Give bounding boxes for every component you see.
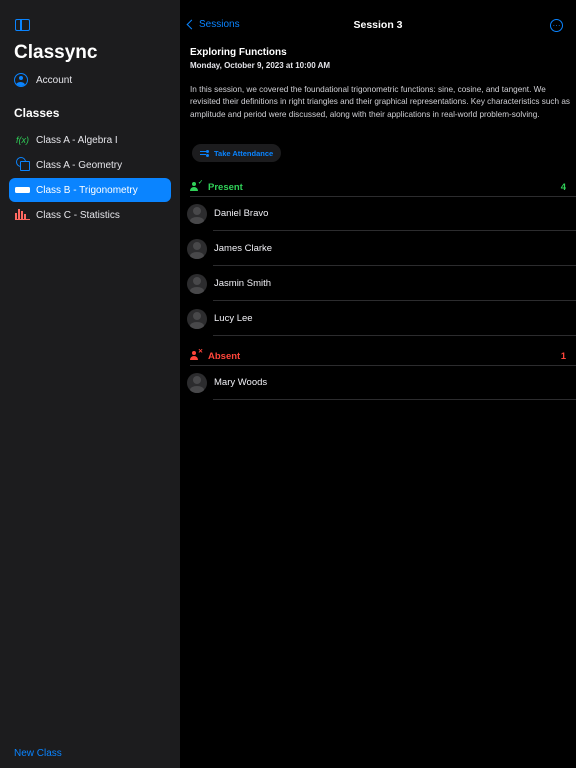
list-item[interactable]: Lucy Lee <box>180 301 576 336</box>
avatar <box>187 203 207 224</box>
student-name: Mary Woods <box>214 377 268 388</box>
person-circle-icon <box>14 73 28 87</box>
sidebar-item-geometry[interactable]: Class A - Geometry <box>9 153 171 177</box>
avatar <box>187 273 207 294</box>
student-name: James Clarke <box>214 243 273 254</box>
student-name: Daniel Bravo <box>214 208 269 219</box>
class-label: Class A - Algebra I <box>36 134 118 146</box>
take-attendance-label: Take Attendance <box>214 148 274 158</box>
ruler-icon-wrap <box>15 185 30 195</box>
function-icon: f(x) <box>16 135 29 145</box>
classes-section-title: Classes <box>14 106 60 120</box>
chart-bar-icon-wrap <box>15 209 30 221</box>
sidebar-item-algebra[interactable]: f(x) Class A - Algebra I <box>9 128 171 152</box>
shapes-icon <box>15 157 30 171</box>
present-count: 4 <box>560 181 566 193</box>
list-item[interactable]: James Clarke <box>180 231 576 266</box>
class-label: Class A - Geometry <box>36 159 123 171</box>
list-item[interactable]: Mary Woods <box>180 365 576 400</box>
avatar <box>187 238 207 259</box>
absent-header: ✕ Absent 1 <box>190 349 566 363</box>
take-attendance-button[interactable]: Take Attendance <box>192 144 282 162</box>
student-name: Jasmin Smith <box>214 278 272 289</box>
session-description: In this session, we covered the foundati… <box>190 85 570 119</box>
shapes-icon-wrap <box>15 157 30 173</box>
student-name: Lucy Lee <box>214 313 253 324</box>
absent-list: Mary Woods <box>180 365 576 400</box>
present-list: Daniel Bravo James Clarke Jasmin Smith L… <box>180 196 576 336</box>
sidebar-item-statistics[interactable]: Class C - Statistics <box>9 203 171 227</box>
new-class-button[interactable]: New Class <box>14 748 62 759</box>
chart-bar-icon <box>15 209 30 220</box>
list-item[interactable]: Daniel Bravo <box>180 196 576 231</box>
person-check-icon: ✓ <box>190 180 203 192</box>
sidebar-item-trigonometry[interactable]: Class B - Trigonometry <box>9 178 171 202</box>
class-list: f(x) Class A - Algebra I Class A - Geome… <box>9 128 171 228</box>
checklist-icon <box>200 149 209 157</box>
avatar <box>187 372 207 393</box>
avatar <box>187 308 207 329</box>
session-title: Exploring Functions <box>190 47 287 58</box>
app-title: Classync <box>14 42 98 63</box>
account-label: Account <box>36 74 73 86</box>
account-item[interactable]: Account <box>14 73 72 87</box>
ruler-icon <box>15 187 30 193</box>
session-detail: Sessions Session 3 ··· Exploring Functio… <box>180 0 576 768</box>
class-label: Class C - Statistics <box>36 209 120 221</box>
present-header: ✓ Present 4 <box>190 180 566 194</box>
list-item[interactable]: Jasmin Smith <box>180 266 576 301</box>
sidebar: Classync Account Classes f(x) Class A - … <box>0 0 180 768</box>
absent-label: Absent <box>208 350 241 362</box>
class-label: Class B - Trigonometry <box>36 184 138 196</box>
person-x-icon: ✕ <box>190 349 203 361</box>
more-options-icon[interactable]: ··· <box>550 19 563 32</box>
session-date: Monday, October 9, 2023 at 10:00 AM <box>190 61 331 70</box>
nav-title: Session 3 <box>353 19 403 31</box>
present-label: Present <box>208 181 243 193</box>
sidebar-toggle-icon[interactable] <box>15 19 30 31</box>
absent-count: 1 <box>560 350 566 362</box>
